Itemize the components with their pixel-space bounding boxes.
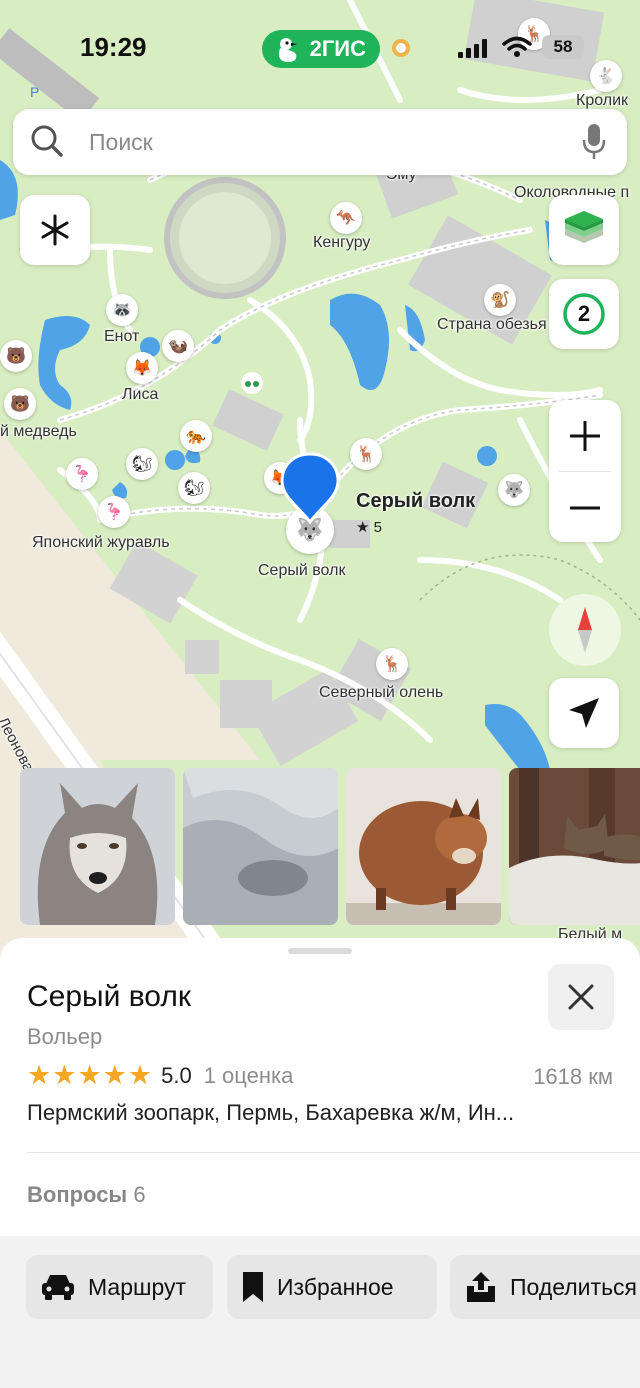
wolf-photo-2[interactable]: [183, 768, 338, 925]
share-label: Поделиться: [510, 1273, 638, 1300]
wolf-photo-3[interactable]: [346, 768, 501, 925]
star-icon: ★: [102, 1060, 127, 1090]
sheet-handle[interactable]: [288, 948, 352, 954]
crane-poi-icon[interactable]: 🦩: [66, 458, 98, 490]
route-label: Маршрут: [88, 1273, 187, 1300]
map-label-lisa: Лиса: [122, 386, 159, 403]
place-type: Вольер: [27, 1024, 103, 1049]
compass-icon: [578, 607, 592, 653]
action-bar: Маршрут Избранное Поделиться: [0, 1236, 640, 1388]
selected-place-title: Серый волк: [356, 490, 476, 512]
map-label-zhuravl: Японский журавль: [32, 534, 170, 551]
star-icon: ★: [77, 1060, 102, 1090]
rating-count[interactable]: 1 оценка: [204, 1063, 294, 1089]
tiger-poi-icon[interactable]: 🐅: [180, 420, 212, 452]
bear-poi-icon[interactable]: 🐻: [0, 340, 32, 372]
star-icon: ★: [52, 1060, 77, 1090]
search-bar[interactable]: Поиск: [13, 109, 627, 175]
plus-icon: [570, 420, 600, 451]
raccoon-poi-icon[interactable]: 🦝: [106, 294, 138, 326]
bookmark-icon: [243, 1272, 263, 1302]
layers-count-button[interactable]: 2: [549, 279, 619, 349]
place-title: Серый волк: [27, 980, 191, 1013]
microphone-icon[interactable]: [581, 122, 607, 162]
close-button[interactable]: [548, 964, 614, 1030]
star-icon: ★: [27, 1060, 52, 1090]
status-bar: 19:29 2ГИС 58: [0, 0, 640, 96]
divider: [27, 1152, 640, 1153]
wifi-icon: [502, 36, 532, 57]
wolf-photo-4[interactable]: [509, 768, 640, 925]
navigation-arrow-icon: [569, 698, 599, 728]
layers-count: 2: [577, 301, 591, 326]
map-label-volk: Серый волк: [258, 562, 346, 579]
monkey-poi-icon[interactable]: 🐒: [484, 284, 516, 316]
search-input[interactable]: Поиск: [89, 129, 153, 156]
crane2-poi-icon[interactable]: 🦩: [98, 496, 130, 528]
lion-icon: [392, 39, 410, 57]
deer2-poi-icon[interactable]: 🦌: [350, 438, 382, 470]
star-icon: ★: [127, 1060, 153, 1090]
layers-icon: [565, 211, 603, 243]
location-pin-icon: [280, 452, 340, 524]
map-label-kenguru: Кенгуру: [313, 234, 371, 251]
selected-place-rating: ★ 5: [356, 519, 382, 536]
otter-poi-icon[interactable]: 🦦: [162, 330, 194, 362]
address[interactable]: Пермский зоопарк, Пермь, Бахаревка ж/м, …: [27, 1100, 617, 1126]
distance: 1618 км: [533, 1064, 613, 1089]
favorites-label: Избранное: [277, 1273, 394, 1300]
battery-indicator: 58: [542, 35, 584, 59]
cellular-signal-icon: [458, 38, 487, 58]
favorites-button[interactable]: Избранное: [227, 1255, 437, 1319]
status-time: 19:29: [80, 32, 147, 62]
zoom-controls: [549, 400, 621, 542]
photo-strip[interactable]: [20, 768, 640, 925]
my-location-button[interactable]: [549, 678, 619, 748]
layers-button[interactable]: [549, 195, 619, 265]
rating-row[interactable]: ★ ★ ★ ★ ★ 5.0 1 оценка: [27, 1060, 293, 1091]
map-label-strana: Страна обезья: [437, 316, 547, 333]
close-icon: [568, 984, 594, 1010]
reindeer-poi-icon[interactable]: 🦌: [376, 648, 408, 680]
minus-icon: [570, 506, 600, 509]
goose-logo-icon: [279, 38, 297, 62]
questions-count: 6: [133, 1182, 146, 1207]
share-button[interactable]: Поделиться: [450, 1255, 640, 1319]
map-label-enot: Енот: [104, 328, 140, 345]
snowflake-button[interactable]: [20, 195, 90, 265]
bear2-poi-icon[interactable]: 🐻: [4, 388, 36, 420]
compass-button[interactable]: [549, 594, 621, 666]
zoom-out-button[interactable]: [549, 472, 621, 543]
squirrel-poi-icon[interactable]: 🐿: [126, 448, 158, 480]
car-icon: [42, 1275, 74, 1300]
snowflake-icon: [41, 214, 69, 246]
rating-value: 5.0: [161, 1062, 192, 1088]
wolf2-poi-icon[interactable]: 🐺: [498, 474, 530, 506]
map-label-medved: й медведь: [0, 423, 77, 440]
squirrel2-poi-icon[interactable]: 🐿: [178, 472, 210, 504]
search-icon: [31, 125, 63, 157]
fox-poi-icon[interactable]: 🦊: [126, 352, 158, 384]
zoom-in-button[interactable]: [549, 400, 621, 471]
share-icon: [467, 1272, 495, 1302]
route-button[interactable]: Маршрут: [26, 1255, 213, 1319]
map-label-olen: Северный олень: [319, 684, 444, 701]
questions-label: Вопросы: [27, 1182, 128, 1207]
wolf-photo-1[interactable]: [20, 768, 175, 925]
questions-link[interactable]: Вопросы 6: [27, 1182, 146, 1208]
kangaroo-poi-icon[interactable]: 🦘: [330, 202, 362, 234]
